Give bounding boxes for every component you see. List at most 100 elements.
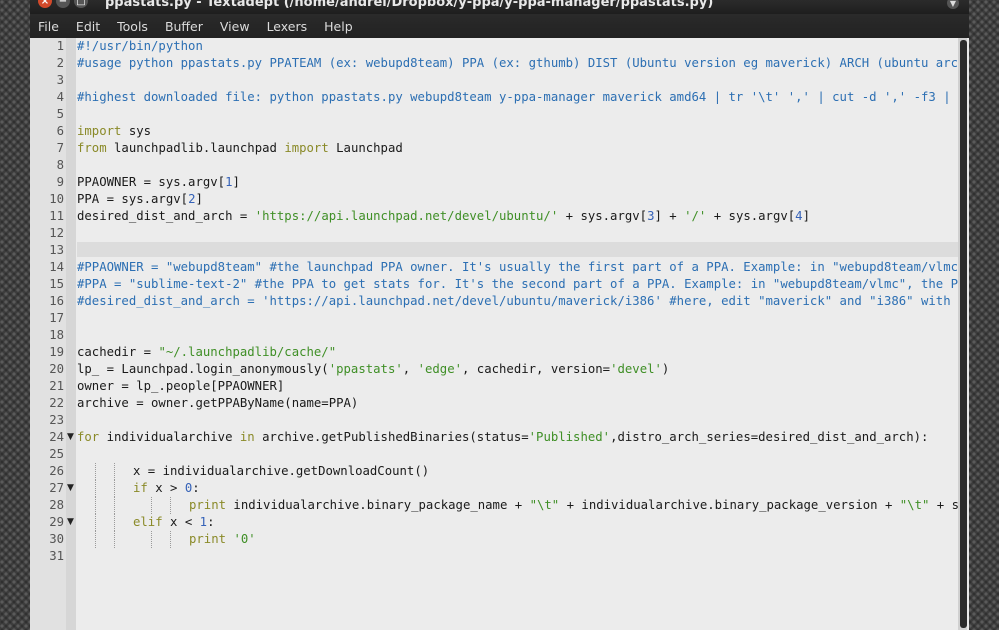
code-line[interactable]: 11 desired_dist_and_arch = 'https://api.l… (30, 208, 967, 225)
fold-toggle-icon[interactable]: ▼ (67, 429, 77, 446)
vertical-scrollbar[interactable] (958, 38, 967, 630)
code-string: "~/.launchpadlib/cache/" (158, 345, 337, 359)
code-string: 'devel' (610, 362, 662, 376)
code-line[interactable]: 25 (30, 446, 967, 463)
code-line[interactable]: 17 (30, 310, 967, 327)
line-number: 27 (49, 481, 64, 495)
code-line[interactable]: 14 #PPAOWNER = "webupd8team" #the launchp… (30, 259, 967, 276)
code-string: 'edge' (417, 362, 462, 376)
menu-lexers[interactable]: Lexers (267, 19, 308, 34)
code-line[interactable]: 23 (30, 412, 967, 429)
code-line[interactable]: 12 (30, 225, 967, 242)
code-line[interactable]: 15 #PPA = "sublime-text-2" #the PPA to ge… (30, 276, 967, 293)
code-text: Launchpad (328, 141, 403, 155)
code-line[interactable]: 21 owner = lp_.people[PPAOWNER] (30, 378, 967, 395)
close-icon: × (40, 0, 50, 7)
menu-edit[interactable]: Edit (76, 19, 100, 34)
code-text: cachedir = (77, 345, 159, 359)
menu-view[interactable]: View (220, 19, 250, 34)
fold-toggle-icon[interactable]: ▼ (67, 480, 77, 497)
code-text: ] (802, 209, 810, 223)
title-bar[interactable]: × − □ ppastats.py - Textadept (/home/and… (30, 0, 969, 14)
indent-guide (170, 497, 171, 514)
indent-guide (114, 480, 115, 497)
code-line[interactable]: 30 print '0' (30, 531, 967, 548)
code-line[interactable]: 7 from launchpadlib.launchpad import Laun… (30, 140, 967, 157)
code-line[interactable]: 19 cachedir = "~/.launchpadlib/cache/" (30, 344, 967, 361)
menu-tools[interactable]: Tools (117, 19, 148, 34)
line-code: elif x < 1: (133, 514, 214, 531)
line-code: PPA = sys.argv[2] (77, 191, 203, 208)
line-number: 2 (56, 56, 64, 70)
code-line[interactable]: 5 (30, 106, 967, 123)
line-number: 31 (49, 549, 64, 563)
window-menu-button[interactable]: ▼ (947, 0, 959, 9)
line-number: 30 (49, 532, 64, 546)
code-text: + sys.argv[ (558, 209, 648, 223)
code-line[interactable]: 8 (30, 157, 967, 174)
line-code: print '0' (189, 531, 256, 548)
line-code: PPAOWNER = sys.argv[1] (77, 174, 240, 191)
line-number: 18 (49, 328, 64, 342)
code-text: individualarchive.binary_package_name + (226, 498, 530, 512)
menu-buffer[interactable]: Buffer (165, 19, 203, 34)
code-number: 4 (795, 209, 803, 223)
indent-guide (95, 531, 96, 548)
fold-toggle-icon[interactable]: ▼ (67, 514, 77, 531)
code-line[interactable]: 31 (30, 548, 967, 565)
code-editor[interactable]: 1 #!/usr/bin/python 2 #usage python ppastat… (30, 38, 967, 630)
menu-file[interactable]: File (38, 19, 59, 34)
line-number: 21 (49, 379, 64, 393)
code-comment: #desired_dist_and_arch = 'https://api.la… (77, 294, 967, 308)
code-line[interactable]: 10 PPA = sys.argv[2] (30, 191, 967, 208)
code-line[interactable]: 13 (30, 242, 967, 259)
code-text: desired_dist_and_arch = (77, 209, 255, 223)
code-text: launchpadlib.launchpad (106, 141, 285, 155)
line-number: 6 (56, 124, 64, 138)
code-line[interactable]: 2 #usage python ppastats.py PPATEAM (ex: … (30, 55, 967, 72)
line-number: 1 (56, 39, 64, 53)
code-line[interactable]: 26 x = individualarchive.getDownloadCount… (30, 463, 967, 480)
code-line[interactable]: 29 ▼ elif x < 1: (30, 514, 967, 531)
code-keyword: print (189, 532, 227, 546)
code-comment: #!/usr/bin/python (77, 39, 203, 53)
code-text: + sys.argv[ (706, 209, 796, 223)
line-code: import sys (77, 123, 151, 140)
indent-guide (114, 531, 115, 548)
code-string: 'Published' (528, 430, 611, 444)
chevron-down-icon: ▼ (949, 0, 957, 8)
maximize-window-button[interactable]: □ (74, 0, 88, 8)
code-line[interactable]: 16 #desired_dist_and_arch = 'https://api.… (30, 293, 967, 310)
line-number: 7 (56, 141, 64, 155)
code-line[interactable]: 27 ▼ if x > 0: (30, 480, 967, 497)
textadept-window: × − □ ppastats.py - Textadept (/home/and… (30, 0, 969, 630)
line-code: for individualarchive in archive.getPubl… (77, 429, 928, 446)
minimize-window-button[interactable]: − (56, 0, 70, 8)
line-number: 24 (49, 430, 64, 444)
maximize-icon: □ (76, 0, 86, 7)
indent-guide (151, 497, 152, 514)
code-line[interactable]: 3 (30, 72, 967, 89)
minimize-icon: − (58, 0, 68, 7)
code-text: PPA = sys.argv[ (77, 192, 189, 206)
line-number: 10 (49, 192, 64, 206)
line-number: 22 (49, 396, 64, 410)
line-number: 14 (49, 260, 64, 274)
line-number: 25 (49, 447, 64, 461)
code-line[interactable]: 24 ▼ for individualarchive in archive.getP… (30, 429, 967, 446)
code-line[interactable]: 20 lp_ = Launchpad.login_anonymously('ppa… (30, 361, 967, 378)
code-line[interactable]: 1 #!/usr/bin/python (30, 38, 967, 55)
code-keyword: from (77, 141, 107, 155)
code-line[interactable]: 9 PPAOWNER = sys.argv[1] (30, 174, 967, 191)
code-line[interactable]: 6 import sys (30, 123, 967, 140)
line-number: 13 (49, 243, 64, 257)
menu-help[interactable]: Help (324, 19, 353, 34)
scrollbar-thumb[interactable] (960, 40, 967, 628)
code-line[interactable]: 22 archive = owner.getPPAByName(name=PPA) (30, 395, 967, 412)
code-line[interactable]: 4 #highest downloaded file: python ppasta… (30, 89, 967, 106)
line-number: 16 (49, 294, 64, 308)
code-line[interactable]: 18 (30, 327, 967, 344)
line-number: 29 (49, 515, 64, 529)
close-window-button[interactable]: × (38, 0, 52, 8)
code-line[interactable]: 28 print individualarchive.binary_package… (30, 497, 967, 514)
